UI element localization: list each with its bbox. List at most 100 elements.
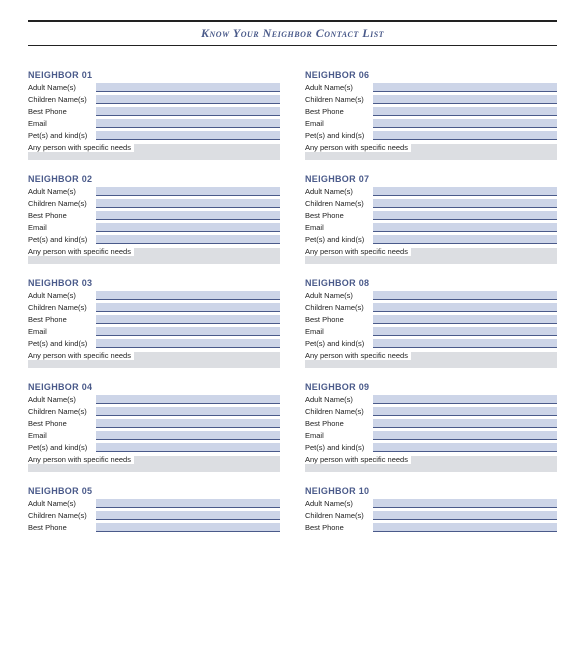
field-blank-line xyxy=(373,119,557,128)
needs-blank-line xyxy=(411,456,557,464)
field-row-phone: Best Phone xyxy=(28,107,280,116)
field-blank-line xyxy=(96,511,280,520)
field-row-pets: Pet(s) and kind(s) xyxy=(305,443,557,452)
field-row-email: Email xyxy=(28,431,280,440)
neighbor-card: NEIGHBOR 06 Adult Name(s) Children Name(s)… xyxy=(305,70,557,160)
field-blank-line xyxy=(96,327,280,336)
field-row-email: Email xyxy=(305,431,557,440)
needs-section: Any person with specific needs xyxy=(305,143,557,160)
neighbor-heading: NEIGHBOR 10 xyxy=(305,486,557,496)
field-label: Adult Name(s) xyxy=(305,291,373,300)
page-title: Know Your Neighbor Contact List xyxy=(28,20,557,46)
field-label: Best Phone xyxy=(305,419,373,428)
neighbor-heading: NEIGHBOR 01 xyxy=(28,70,280,80)
field-row-phone: Best Phone xyxy=(28,523,280,532)
field-row-adult: Adult Name(s) xyxy=(28,187,280,196)
neighbor-heading: NEIGHBOR 06 xyxy=(305,70,557,80)
field-blank-line xyxy=(373,443,557,452)
neighbor-card: NEIGHBOR 02Adult Name(s)Children Name(s)… xyxy=(28,174,280,264)
needs-section: Any person with specific needs xyxy=(305,455,557,472)
field-label: Email xyxy=(305,327,373,336)
neighbor-heading: NEIGHBOR 05 xyxy=(28,486,280,496)
field-label: Adult Name(s) xyxy=(305,395,373,404)
neighbor-card: NEIGHBOR 01Adult Name(s)Children Name(s)… xyxy=(28,70,280,160)
field-blank-line xyxy=(96,291,280,300)
field-blank-line xyxy=(96,211,280,220)
field-label: Adult Name(s) xyxy=(28,291,96,300)
field-label: Pet(s) and kind(s) xyxy=(28,131,96,140)
needs-blank-line xyxy=(305,256,557,264)
field-row-adult: Adult Name(s) xyxy=(305,187,557,196)
neighbor-heading: NEIGHBOR 08 xyxy=(305,278,557,288)
field-row-children: Children Name(s) xyxy=(28,407,280,416)
field-row-children: Children Name(s) xyxy=(305,199,557,208)
field-blank-line xyxy=(373,395,557,404)
field-label: Children Name(s) xyxy=(28,199,96,208)
needs-label: Any person with specific needs xyxy=(305,143,411,152)
field-label: Adult Name(s) xyxy=(28,83,96,92)
left-column: NEIGHBOR 01 Adult Name(s) Children Name(s)… xyxy=(28,70,280,535)
needs-section: Any person with specific needs xyxy=(305,351,557,368)
field-row-adult: Adult Name(s) xyxy=(305,395,557,404)
field-blank-line xyxy=(373,407,557,416)
field-blank-line xyxy=(373,83,557,92)
field-label: Best Phone xyxy=(305,523,373,532)
field-label: Best Phone xyxy=(305,107,373,116)
needs-blank-line xyxy=(411,144,557,152)
field-row-email: Email xyxy=(305,327,557,336)
field-label: Best Phone xyxy=(28,211,96,220)
field-blank-line xyxy=(373,235,557,244)
field-blank-line xyxy=(373,419,557,428)
field-blank-line xyxy=(96,303,280,312)
field-blank-line xyxy=(96,395,280,404)
field-row-children: Children Name(s) xyxy=(28,511,280,520)
needs-blank-line xyxy=(28,256,280,264)
field-blank-line xyxy=(96,443,280,452)
field-label: Pet(s) and kind(s) xyxy=(28,339,96,348)
field-row-children: Children Name(s) xyxy=(305,511,557,520)
neighbor-heading: NEIGHBOR 03 xyxy=(28,278,280,288)
field-label: Adult Name(s) xyxy=(28,499,96,508)
neighbor-card: NEIGHBOR 10Adult Name(s)Children Name(s)… xyxy=(305,486,557,535)
field-label: Adult Name(s) xyxy=(28,187,96,196)
field-blank-line xyxy=(96,223,280,232)
field-row-phone: Best Phone xyxy=(28,419,280,428)
field-row-pets: Pet(s) and kind(s) xyxy=(305,339,557,348)
needs-section: Any person with specific needs xyxy=(28,247,280,264)
field-blank-line xyxy=(373,499,557,508)
field-row-email: Email xyxy=(28,119,280,128)
field-blank-line xyxy=(96,83,280,92)
field-row-email: Email xyxy=(28,223,280,232)
needs-label: Any person with specific needs xyxy=(305,247,411,256)
field-label: Best Phone xyxy=(305,315,373,324)
field-blank-line xyxy=(96,431,280,440)
field-row-adult: Adult Name(s) xyxy=(305,83,557,92)
field-blank-line xyxy=(373,223,557,232)
field-blank-line xyxy=(373,291,557,300)
field-label: Adult Name(s) xyxy=(28,395,96,404)
field-row-phone: Best Phone xyxy=(28,211,280,220)
needs-section: Any person with specific needs xyxy=(28,455,280,472)
field-row-pets: Pet(s) and kind(s) xyxy=(28,131,280,140)
neighbor-card: NEIGHBOR 07Adult Name(s)Children Name(s)… xyxy=(305,174,557,264)
field-blank-line xyxy=(373,523,557,532)
needs-label: Any person with specific needs xyxy=(28,143,134,152)
field-row-pets: Pet(s) and kind(s) xyxy=(305,131,557,140)
field-row-adult: Adult Name(s) xyxy=(305,291,557,300)
field-label: Adult Name(s) xyxy=(305,187,373,196)
field-label: Best Phone xyxy=(28,315,96,324)
neighbor-card: NEIGHBOR 08Adult Name(s)Children Name(s)… xyxy=(305,278,557,368)
field-blank-line xyxy=(96,199,280,208)
field-row-adult: Adult Name(s) xyxy=(28,499,280,508)
field-blank-line xyxy=(373,199,557,208)
field-label: Email xyxy=(305,223,373,232)
needs-section: Any person with specific needs xyxy=(28,351,280,368)
field-label: Pet(s) and kind(s) xyxy=(305,235,373,244)
field-blank-line xyxy=(96,187,280,196)
field-row-children: Children Name(s) xyxy=(305,95,557,104)
field-label: Best Phone xyxy=(305,211,373,220)
neighbor-heading: NEIGHBOR 04 xyxy=(28,382,280,392)
field-row-phone: Best Phone xyxy=(305,419,557,428)
neighbor-card: NEIGHBOR 03Adult Name(s)Children Name(s)… xyxy=(28,278,280,368)
field-blank-line xyxy=(373,187,557,196)
